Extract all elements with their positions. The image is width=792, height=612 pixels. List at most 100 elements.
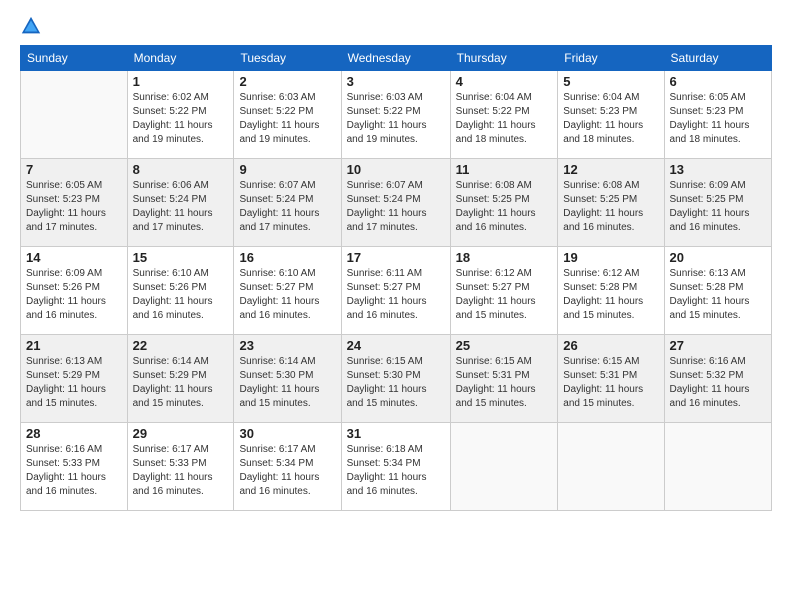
calendar-cell: 11 Sunrise: 6:08 AMSunset: 5:25 PMDayligh… — [450, 159, 558, 247]
day-info: Sunrise: 6:12 AMSunset: 5:27 PMDaylight:… — [456, 267, 553, 323]
calendar-cell: 19 Sunrise: 6:12 AMSunset: 5:28 PMDayligh… — [558, 247, 664, 335]
logo — [20, 15, 46, 37]
weekday-header-row: SundayMondayTuesdayWednesdayThursdayFrid… — [21, 46, 772, 71]
day-info: Sunrise: 6:09 AMSunset: 5:26 PMDaylight:… — [26, 267, 122, 323]
day-info: Sunrise: 6:10 AMSunset: 5:26 PMDaylight:… — [133, 267, 229, 323]
calendar-week-5: 28Sunrise: 6:16 AMSunset: 5:33 PMDayligh… — [21, 423, 772, 511]
day-number: 11 — [456, 162, 553, 177]
header — [20, 15, 772, 37]
calendar-cell: 14 Sunrise: 6:09 AMSunset: 5:26 PMDayligh… — [21, 247, 128, 335]
day-info: Sunrise: 6:15 AMSunset: 5:31 PMDaylight:… — [563, 355, 658, 411]
day-info: Sunrise: 6:06 AMSunset: 5:24 PMDaylight:… — [133, 179, 229, 235]
calendar-cell: 29 Sunrise: 6:17 AMSunset: 5:33 PMDayligh… — [127, 423, 234, 511]
day-number: 31 — [347, 426, 445, 441]
calendar-cell: 1 Sunrise: 6:02 AMSunset: 5:22 PMDaylight… — [127, 71, 234, 159]
calendar-cell: 13Sunrise: 6:09 AMSunset: 5:25 PMDayligh… — [664, 159, 771, 247]
day-number: 14 — [26, 250, 122, 265]
calendar-cell: 22 Sunrise: 6:14 AMSunset: 5:29 PMDayligh… — [127, 335, 234, 423]
calendar-cell: 6 Sunrise: 6:05 AMSunset: 5:23 PMDaylight… — [664, 71, 771, 159]
calendar-cell: 16 Sunrise: 6:10 AMSunset: 5:27 PMDayligh… — [234, 247, 341, 335]
calendar-week-3: 14 Sunrise: 6:09 AMSunset: 5:26 PMDayligh… — [21, 247, 772, 335]
calendar-cell: 5 Sunrise: 6:04 AMSunset: 5:23 PMDaylight… — [558, 71, 664, 159]
day-number: 29 — [133, 426, 229, 441]
weekday-header-monday: Monday — [127, 46, 234, 71]
calendar-cell: 15 Sunrise: 6:10 AMSunset: 5:26 PMDayligh… — [127, 247, 234, 335]
calendar-week-1: 1 Sunrise: 6:02 AMSunset: 5:22 PMDaylight… — [21, 71, 772, 159]
day-number: 7 — [26, 162, 122, 177]
day-info: Sunrise: 6:17 AMSunset: 5:33 PMDaylight:… — [133, 443, 229, 499]
calendar-cell: 7 Sunrise: 6:05 AMSunset: 5:23 PMDaylight… — [21, 159, 128, 247]
day-number: 10 — [347, 162, 445, 177]
calendar-cell: 23 Sunrise: 6:14 AMSunset: 5:30 PMDayligh… — [234, 335, 341, 423]
day-info: Sunrise: 6:02 AMSunset: 5:22 PMDaylight:… — [133, 91, 229, 147]
weekday-header-tuesday: Tuesday — [234, 46, 341, 71]
weekday-header-sunday: Sunday — [21, 46, 128, 71]
day-number: 19 — [563, 250, 658, 265]
calendar-cell: 2 Sunrise: 6:03 AMSunset: 5:22 PMDaylight… — [234, 71, 341, 159]
day-number: 3 — [347, 74, 445, 89]
calendar-cell — [450, 423, 558, 511]
calendar: SundayMondayTuesdayWednesdayThursdayFrid… — [20, 45, 772, 511]
calendar-cell — [558, 423, 664, 511]
day-info: Sunrise: 6:03 AMSunset: 5:22 PMDaylight:… — [347, 91, 445, 147]
day-number: 5 — [563, 74, 658, 89]
day-info: Sunrise: 6:14 AMSunset: 5:29 PMDaylight:… — [133, 355, 229, 411]
day-number: 18 — [456, 250, 553, 265]
day-number: 15 — [133, 250, 229, 265]
day-number: 26 — [563, 338, 658, 353]
calendar-cell: 31 Sunrise: 6:18 AMSunset: 5:34 PMDayligh… — [341, 423, 450, 511]
day-info: Sunrise: 6:09 AMSunset: 5:25 PMDaylight:… — [670, 179, 766, 235]
day-info: Sunrise: 6:08 AMSunset: 5:25 PMDaylight:… — [563, 179, 658, 235]
day-number: 20 — [670, 250, 766, 265]
calendar-cell: 9 Sunrise: 6:07 AMSunset: 5:24 PMDaylight… — [234, 159, 341, 247]
day-number: 24 — [347, 338, 445, 353]
day-info: Sunrise: 6:13 AMSunset: 5:28 PMDaylight:… — [670, 267, 766, 323]
day-info: Sunrise: 6:14 AMSunset: 5:30 PMDaylight:… — [239, 355, 335, 411]
day-number: 22 — [133, 338, 229, 353]
day-info: Sunrise: 6:18 AMSunset: 5:34 PMDaylight:… — [347, 443, 445, 499]
day-number: 16 — [239, 250, 335, 265]
day-info: Sunrise: 6:05 AMSunset: 5:23 PMDaylight:… — [26, 179, 122, 235]
calendar-cell: 28Sunrise: 6:16 AMSunset: 5:33 PMDayligh… — [21, 423, 128, 511]
calendar-cell: 3 Sunrise: 6:03 AMSunset: 5:22 PMDaylight… — [341, 71, 450, 159]
day-info: Sunrise: 6:05 AMSunset: 5:23 PMDaylight:… — [670, 91, 766, 147]
weekday-header-friday: Friday — [558, 46, 664, 71]
day-number: 4 — [456, 74, 553, 89]
day-number: 12 — [563, 162, 658, 177]
calendar-cell: 27Sunrise: 6:16 AMSunset: 5:32 PMDayligh… — [664, 335, 771, 423]
day-info: Sunrise: 6:15 AMSunset: 5:30 PMDaylight:… — [347, 355, 445, 411]
day-number: 2 — [239, 74, 335, 89]
day-number: 6 — [670, 74, 766, 89]
day-number: 23 — [239, 338, 335, 353]
calendar-cell: 8Sunrise: 6:06 AMSunset: 5:24 PMDaylight… — [127, 159, 234, 247]
day-number: 21 — [26, 338, 122, 353]
day-info: Sunrise: 6:03 AMSunset: 5:22 PMDaylight:… — [239, 91, 335, 147]
weekday-header-wednesday: Wednesday — [341, 46, 450, 71]
day-number: 9 — [239, 162, 335, 177]
calendar-week-2: 7 Sunrise: 6:05 AMSunset: 5:23 PMDaylight… — [21, 159, 772, 247]
day-info: Sunrise: 6:07 AMSunset: 5:24 PMDaylight:… — [347, 179, 445, 235]
calendar-cell: 20 Sunrise: 6:13 AMSunset: 5:28 PMDayligh… — [664, 247, 771, 335]
logo-icon — [20, 15, 42, 37]
calendar-cell: 26 Sunrise: 6:15 AMSunset: 5:31 PMDayligh… — [558, 335, 664, 423]
calendar-cell: 12 Sunrise: 6:08 AMSunset: 5:25 PMDayligh… — [558, 159, 664, 247]
day-info: Sunrise: 6:16 AMSunset: 5:33 PMDaylight:… — [26, 443, 122, 499]
calendar-cell: 30 Sunrise: 6:17 AMSunset: 5:34 PMDayligh… — [234, 423, 341, 511]
day-number: 25 — [456, 338, 553, 353]
day-number: 30 — [239, 426, 335, 441]
day-info: Sunrise: 6:04 AMSunset: 5:23 PMDaylight:… — [563, 91, 658, 147]
weekday-header-saturday: Saturday — [664, 46, 771, 71]
day-info: Sunrise: 6:10 AMSunset: 5:27 PMDaylight:… — [239, 267, 335, 323]
day-number: 1 — [133, 74, 229, 89]
day-number: 17 — [347, 250, 445, 265]
day-info: Sunrise: 6:04 AMSunset: 5:22 PMDaylight:… — [456, 91, 553, 147]
calendar-cell: 18 Sunrise: 6:12 AMSunset: 5:27 PMDayligh… — [450, 247, 558, 335]
calendar-cell: 25Sunrise: 6:15 AMSunset: 5:31 PMDayligh… — [450, 335, 558, 423]
day-info: Sunrise: 6:08 AMSunset: 5:25 PMDaylight:… — [456, 179, 553, 235]
day-info: Sunrise: 6:17 AMSunset: 5:34 PMDaylight:… — [239, 443, 335, 499]
calendar-cell: 4 Sunrise: 6:04 AMSunset: 5:22 PMDaylight… — [450, 71, 558, 159]
calendar-cell — [664, 423, 771, 511]
day-info: Sunrise: 6:07 AMSunset: 5:24 PMDaylight:… — [239, 179, 335, 235]
day-info: Sunrise: 6:12 AMSunset: 5:28 PMDaylight:… — [563, 267, 658, 323]
calendar-week-4: 21Sunrise: 6:13 AMSunset: 5:29 PMDayligh… — [21, 335, 772, 423]
